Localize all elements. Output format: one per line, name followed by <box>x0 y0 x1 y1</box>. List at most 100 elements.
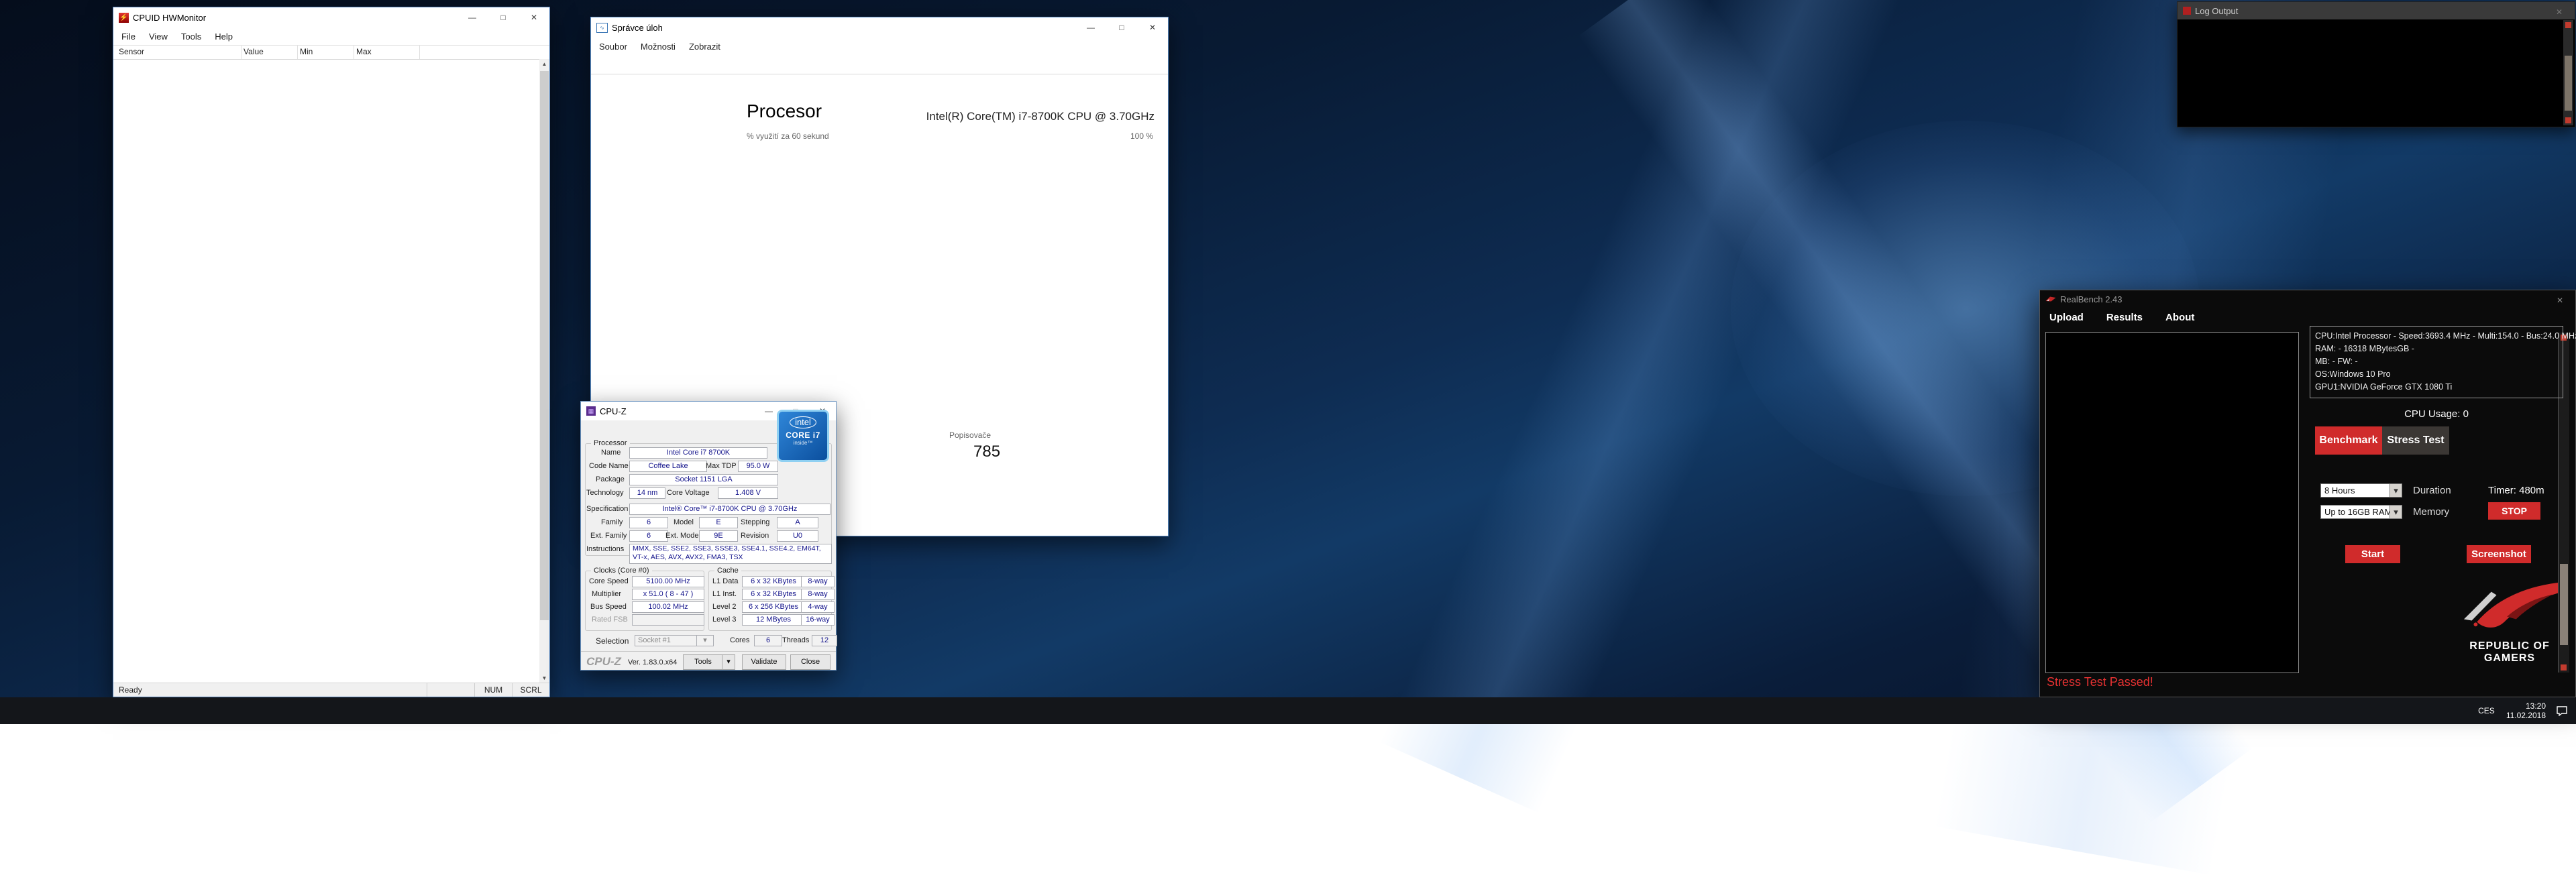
vertical-scrollbar[interactable]: ▲ ▼ <box>539 59 549 683</box>
level2-label: Level 2 <box>712 603 736 611</box>
scroll-down-icon[interactable] <box>2565 117 2571 123</box>
l1data-field: 6 x 32 KBytes <box>742 576 805 587</box>
log-titlebar[interactable]: Log Output ✕ <box>2178 2 2575 19</box>
cpu-model-name: Intel(R) Core(TM) i7-8700K CPU @ 3.70GHz <box>926 110 1155 123</box>
action-center-icon[interactable] <box>2555 705 2569 717</box>
spec-label: Specification <box>586 505 628 513</box>
menu-upload[interactable]: Upload <box>2049 312 2084 329</box>
taskmanager-titlebar[interactable]: ∿ Správce úloh — □ ✕ <box>591 17 1168 38</box>
screenshot-button[interactable]: Screenshot <box>2467 545 2531 563</box>
stop-button[interactable]: STOP <box>2488 502 2540 520</box>
realbench-titlebar[interactable]: RealBench 2.43 ✕ <box>2040 290 2575 308</box>
groupbox-label: Clocks (Core #0) <box>591 567 652 575</box>
menu-zobrazit[interactable]: Zobrazit <box>684 40 726 54</box>
minimize-button[interactable]: — <box>1075 17 1106 38</box>
scroll-up-icon[interactable] <box>2565 22 2571 28</box>
instructions-label: Instructions <box>586 545 624 553</box>
tab-benchmark[interactable]: Benchmark <box>2315 426 2382 455</box>
log-text <box>2179 20 2563 125</box>
page-title: Procesor <box>747 101 822 122</box>
scroll-up-icon[interactable]: ▲ <box>539 59 549 69</box>
scrollbar-thumb[interactable] <box>2565 56 2572 111</box>
column-min[interactable]: Min <box>300 47 313 56</box>
window-title: RealBench 2.43 <box>2060 294 2123 304</box>
sysinfo-os: OS:Windows 10 Pro <box>2315 368 2558 381</box>
selection-dropdown-arrow-icon[interactable]: ▾ <box>696 635 714 646</box>
window-title: CPU-Z <box>600 406 627 416</box>
hwmonitor-window: ⚡ CPUID HWMonitor — □ ✕ File View Tools … <box>113 7 550 697</box>
level2-field: 6 x 256 KBytes <box>742 601 805 613</box>
memory-select[interactable]: Up to 16GB RAM <box>2320 505 2402 519</box>
groupbox-label: Processor <box>591 439 630 447</box>
close-button[interactable]: ✕ <box>2544 2 2575 22</box>
model-field: E <box>699 517 738 528</box>
scroll-down-icon[interactable] <box>2561 664 2567 670</box>
selection-dropdown[interactable]: Socket #1 <box>635 635 703 646</box>
menu-results[interactable]: Results <box>2106 312 2143 329</box>
graph-axis-label: % využití za 60 sekund <box>747 131 829 141</box>
clock[interactable]: 13:20 11.02.2018 <box>2504 701 2548 720</box>
scrollbar-thumb[interactable] <box>2560 564 2568 646</box>
intel-core-i7-badge: intel CORE i7 inside™ <box>777 410 829 462</box>
realbench-results-list[interactable] <box>2045 332 2299 673</box>
maximize-button[interactable]: □ <box>488 7 519 27</box>
maximize-button[interactable]: □ <box>1106 17 1137 38</box>
maxtdp-field: 95.0 W <box>738 461 778 472</box>
menu-help[interactable]: Help <box>209 30 238 44</box>
busspeed-label: Bus Speed <box>590 603 627 611</box>
hwmonitor-titlebar[interactable]: ⚡ CPUID HWMonitor — □ ✕ <box>113 7 549 27</box>
scroll-down-icon[interactable]: ▼ <box>539 673 549 683</box>
window-title: CPUID HWMonitor <box>133 13 206 23</box>
column-max[interactable]: Max <box>356 47 372 56</box>
tools-dropdown-icon[interactable]: ▾ <box>722 654 735 670</box>
multiplier-label: Multiplier <box>592 590 621 598</box>
ratedfsb-field <box>632 614 704 626</box>
hwmonitor-statusbar: Ready NUM SCRL <box>113 683 549 697</box>
hwmonitor-menubar: File View Tools Help <box>113 27 549 45</box>
minimize-button[interactable]: — <box>457 7 488 27</box>
close-button[interactable]: Close <box>790 654 830 670</box>
corespeed-label: Core Speed <box>589 577 629 585</box>
package-label: Package <box>596 475 625 483</box>
handles-label: Popisovače <box>949 430 991 440</box>
cpuz-app-icon: ▦ <box>586 406 596 416</box>
language-indicator[interactable]: CES <box>2475 706 2498 715</box>
corevoltage-field: 1.408 V <box>718 487 778 499</box>
stress-test-status: Stress Test Passed! <box>2047 675 2153 689</box>
l1data-label: L1 Data <box>712 577 739 585</box>
start-button[interactable]: Start <box>2345 545 2400 563</box>
sensor-table <box>113 59 549 683</box>
tools-button[interactable]: Tools <box>683 654 723 670</box>
extmodel-label: Ext. Model <box>665 532 700 540</box>
close-button[interactable]: ✕ <box>2544 290 2575 310</box>
rog-wordmark: REPUBLIC OF GAMERS <box>2443 640 2576 664</box>
menu-moznosti[interactable]: Možnosti <box>635 40 681 54</box>
busspeed-field: 100.02 MHz <box>632 601 704 613</box>
duration-select[interactable]: 8 Hours <box>2320 483 2402 498</box>
column-sensor[interactable]: Sensor <box>119 47 144 56</box>
menu-soubor[interactable]: Soubor <box>594 40 633 54</box>
tab-stress-test[interactable]: Stress Test <box>2382 426 2449 455</box>
scrollbar-thumb[interactable] <box>540 71 549 620</box>
menu-about[interactable]: About <box>2165 312 2194 329</box>
close-button[interactable]: ✕ <box>1137 17 1168 38</box>
timer-text: Timer: 480m <box>2488 485 2544 496</box>
status-text: Ready <box>113 685 142 695</box>
name-label: Name <box>601 449 621 457</box>
sysinfo-cpu: CPU:Intel Processor - Speed:3693.4 MHz -… <box>2315 330 2558 343</box>
log-scrollbar[interactable] <box>2563 20 2573 125</box>
sysinfo-ram: RAM: - 16318 MBytesGB - <box>2315 343 2558 355</box>
extmodel-field: 9E <box>699 530 738 542</box>
validate-button[interactable]: Validate <box>742 654 786 670</box>
extfamily-field: 6 <box>629 530 668 542</box>
cpu-name-field: Intel Core i7 8700K <box>629 447 767 459</box>
cpu-usage-text: CPU Usage: 0 <box>2310 408 2563 420</box>
menu-view[interactable]: View <box>144 30 173 44</box>
spec-field: Intel® Core™ i7-8700K CPU @ 3.70GHz <box>629 504 830 515</box>
column-value[interactable]: Value <box>244 47 264 56</box>
close-button[interactable]: ✕ <box>519 7 549 27</box>
rog-logo <box>2461 579 2559 638</box>
menu-tools[interactable]: Tools <box>176 30 207 44</box>
menu-file[interactable]: File <box>116 30 141 44</box>
taskmanager-tabstrip <box>591 55 1168 74</box>
